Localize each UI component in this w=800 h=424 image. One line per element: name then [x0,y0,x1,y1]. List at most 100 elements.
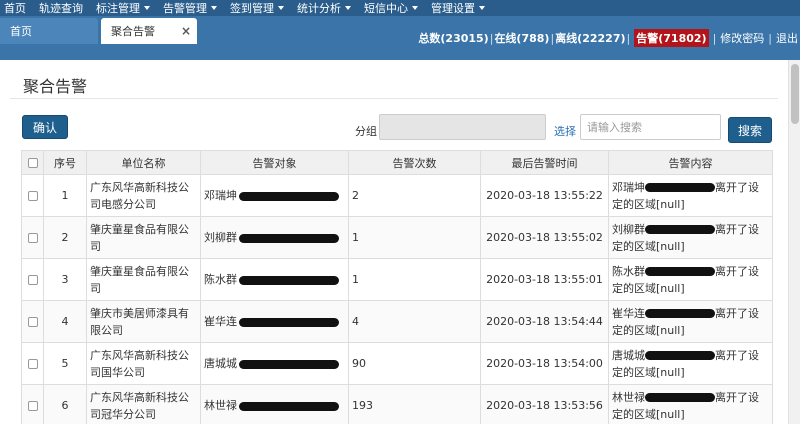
caret-down-icon [278,6,284,10]
redaction-mark [239,233,339,243]
row-checkbox[interactable] [27,275,38,285]
redaction-mark [645,393,715,402]
nav-item[interactable]: 短信中心 [364,0,427,16]
separator: | [712,31,717,45]
separator: | [768,31,772,45]
caret-down-icon [479,6,485,10]
content-name: 林世禄 [612,390,645,404]
row-checkbox[interactable] [27,233,38,243]
row-checkbox-cell[interactable] [21,216,44,259]
nav-item[interactable]: 标注管理 [96,0,159,16]
select-all-checkbox[interactable] [27,158,38,168]
stat-offline[interactable]: 离线(22227) [555,30,625,46]
redaction-mark [645,267,715,276]
target-name: 刘柳群 [204,231,237,244]
table-row[interactable]: 6 广东风华高新科技公司冠华分公司 林世禄 193 2020-03-18 13:53:5… [21,384,773,424]
redaction-mark [645,351,715,360]
cell-content: 崔华连 离开了设定的区域[null] [608,300,773,343]
nav-item[interactable]: 统计分析 [297,0,360,16]
row-checkbox-cell[interactable] [21,174,44,217]
stat-alarm-badge[interactable]: 告警(71802) [634,29,709,47]
confirm-button[interactable]: 确认 [22,115,68,139]
redaction-mark [645,309,715,318]
table-row[interactable]: 4 肇庆市美居师漆具有限公司 崔华连 4 2020-03-18 13:54:44 崔华连离… [21,300,773,343]
cell-seq: 1 [43,174,87,217]
caret-down-icon [211,6,217,10]
redaction-mark [239,191,339,201]
table-row[interactable]: 1 广东风华高新科技公司电感分公司 邓瑞坤 2 2020-03-18 13:55:22 邓… [21,174,773,217]
scrollbar-thumb[interactable] [791,64,799,124]
stat-online[interactable]: 在线(788) [494,30,549,46]
target-name: 林世禄 [204,399,237,412]
caret-down-icon [345,6,351,10]
table-row[interactable]: 3 肇庆童星食品有限公司 陈水群 1 2020-03-18 13:55:01 陈水群 离开了… [21,258,773,301]
col-header-time: 最后告警时间 [480,150,609,175]
search-button[interactable]: 搜索 [728,117,772,143]
content-name: 崔华连 [612,306,645,320]
col-header-unit: 单位名称 [86,150,201,175]
tab-aggregate-alarm[interactable]: 聚合告警 × [101,18,197,44]
caret-down-icon [144,6,150,10]
redaction-mark [239,275,339,285]
col-header-target: 告警对象 [200,150,349,175]
cell-seq: 2 [43,216,87,259]
row-checkbox-cell[interactable] [21,258,44,301]
col-header-seq: 序号 [43,150,87,175]
table-header-row: 序号 单位名称 告警对象 告警次数 最后告警时间 告警内容 [21,150,773,175]
logout-link[interactable]: 退出 [776,30,798,46]
row-checkbox[interactable] [27,401,38,411]
redaction-mark [645,183,715,192]
cell-time: 2020-03-18 13:55:22 [480,174,609,217]
target-name: 陈水群 [204,273,237,286]
content-name: 陈水群 [612,264,645,278]
nav-item-label: 标注管理 [96,2,140,15]
nav-item[interactable]: 告警管理 [163,0,226,16]
page-title: 聚合告警 [23,77,88,96]
alarm-table: 序号 单位名称 告警对象 告警次数 最后告警时间 告警内容 1 广东风华高新科技公… [21,150,773,424]
cell-count: 193 [348,384,481,424]
table-row[interactable]: 2 肇庆童星食品有限公司 刘柳群 1 2020-03-18 13:55:02 刘柳群 离开了… [21,216,773,259]
cell-target: 陈水群 [200,258,349,301]
cell-content: 林世禄 离开了设定的区域[null] [608,384,773,424]
tab-home[interactable]: 首页 [0,18,98,44]
nav-item[interactable]: 管理设置 [431,0,494,16]
stat-total[interactable]: 总数(23015) [418,30,488,46]
change-password-link[interactable]: 修改密码 [720,30,764,46]
cell-unit: 肇庆童星食品有限公司 [86,258,201,301]
search-input[interactable] [580,114,721,140]
table-row[interactable]: 5 广东风华高新科技公司国华公司 唐城城 90 2020-03-18 13:54:00 唐… [21,342,773,385]
separator: | [489,31,494,45]
row-checkbox[interactable] [27,359,38,369]
row-checkbox-cell[interactable] [21,342,44,385]
nav-item-label: 告警管理 [163,2,207,15]
cell-time: 2020-03-18 13:54:44 [480,300,609,343]
cell-content: 刘柳群 离开了设定的区域[null] [608,216,773,259]
group-field[interactable] [379,114,546,140]
cell-unit: 肇庆市美居师漆具有限公司 [86,300,201,343]
target-name: 邓瑞坤 [204,189,237,202]
select-all-checkbox-cell[interactable] [21,150,44,175]
separator: | [626,31,631,45]
redaction-mark [239,401,339,411]
cell-count: 90 [348,342,481,385]
content-name: 刘柳群 [612,222,645,236]
cell-content: 邓瑞坤 离开了设定的区域[null] [608,174,773,217]
scrollbar[interactable] [788,60,800,424]
select-group-link[interactable]: 选择 [554,123,576,139]
redaction-mark [239,359,339,369]
close-icon[interactable]: × [181,24,191,38]
cell-count: 1 [348,216,481,259]
title-divider [10,98,778,99]
cell-count: 2 [348,174,481,217]
redaction-mark [239,317,339,327]
row-checkbox-cell[interactable] [21,384,44,424]
cell-seq: 3 [43,258,87,301]
row-checkbox[interactable] [27,317,38,327]
row-checkbox[interactable] [27,191,38,201]
cell-time: 2020-03-18 13:53:56 [480,384,609,424]
row-checkbox-cell[interactable] [21,300,44,343]
nav-item[interactable]: 签到管理 [230,0,293,16]
nav-item-label: 统计分析 [297,2,341,15]
nav-item[interactable]: 轨迹查询 [39,0,92,16]
nav-item[interactable]: 首页 [4,0,35,16]
